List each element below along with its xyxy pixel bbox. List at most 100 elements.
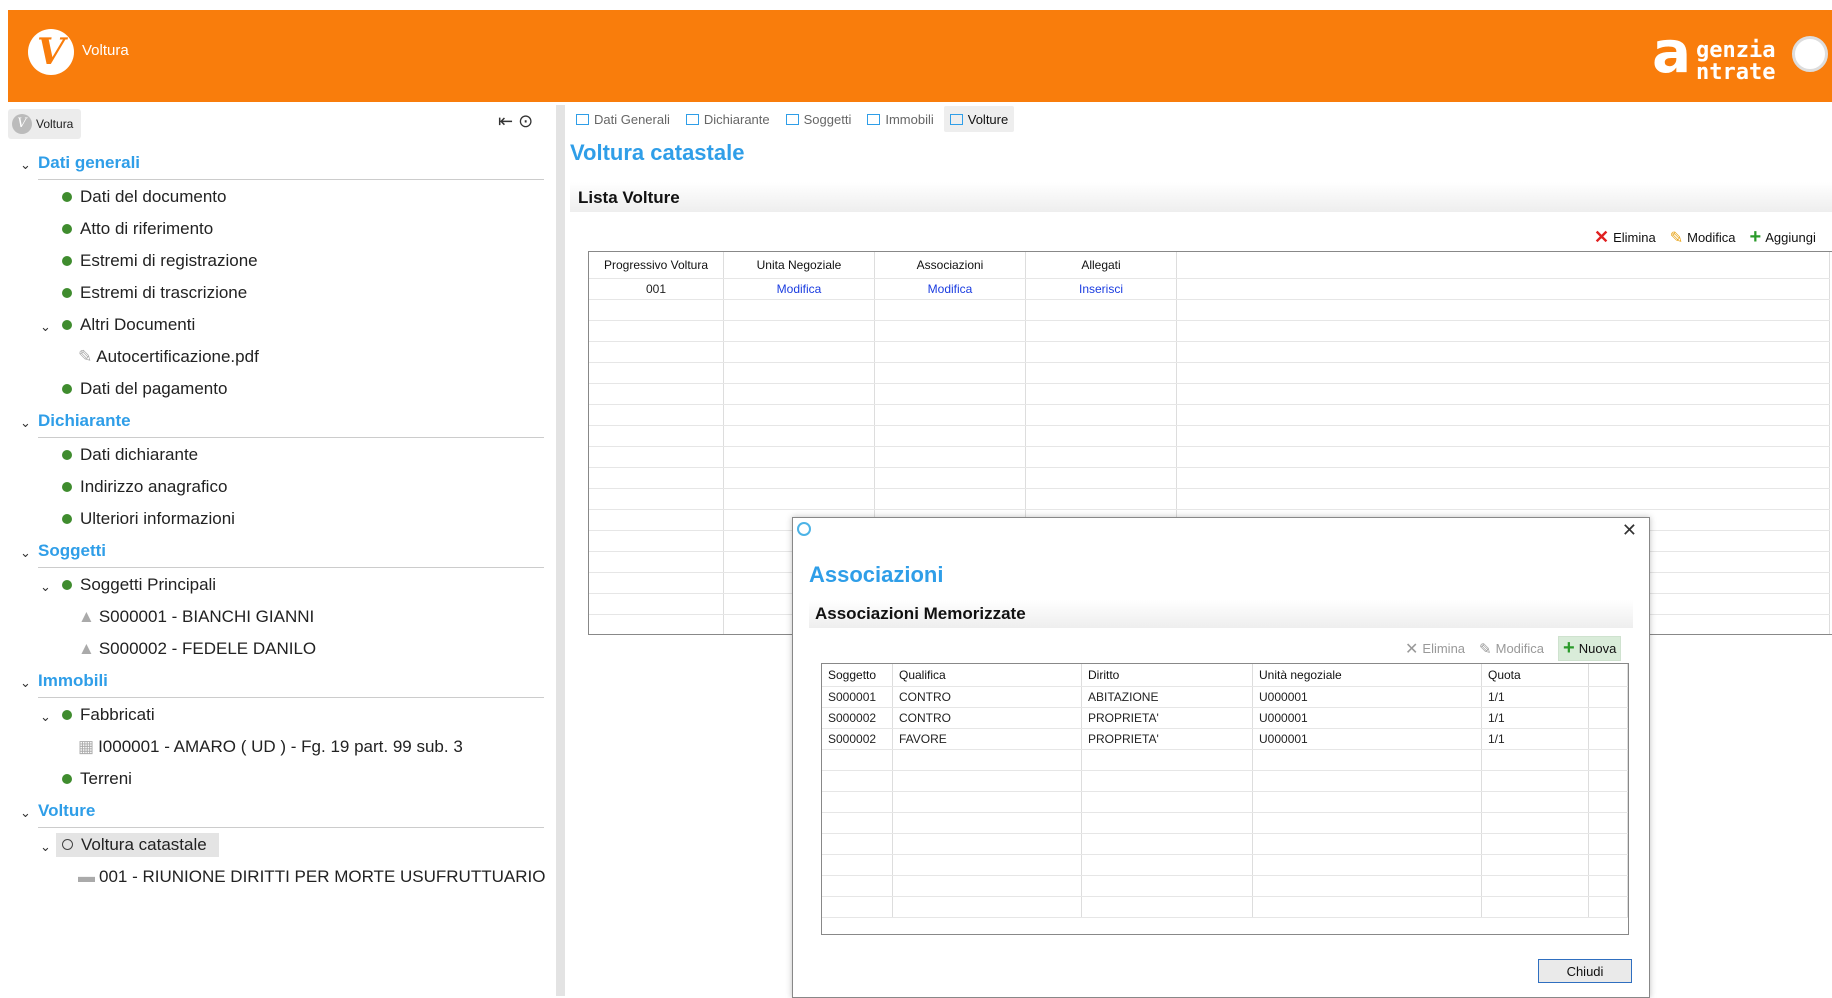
empty-row — [589, 467, 1830, 489]
tree-item-altri-documenti[interactable]: Altri Documenti — [62, 315, 195, 335]
cell-progressivo: 001 — [589, 278, 724, 300]
cell-empty — [1176, 404, 1830, 426]
chiudi-button[interactable]: Chiudi — [1538, 959, 1632, 983]
tree-item-immobile-1[interactable]: ▦ I000001 - AMARO ( UD ) - Fg. 19 part. 9… — [78, 737, 463, 757]
chevron-down-icon[interactable]: ⌄ — [40, 709, 51, 725]
app-icon — [797, 522, 811, 536]
tab-dati-generali[interactable]: Dati Generali — [570, 106, 676, 132]
allegati-link[interactable]: Inserisci — [1025, 278, 1177, 300]
chevron-down-icon[interactable]: ⌄ — [20, 675, 31, 691]
table-row[interactable]: S000002 CONTRO PROPRIETA' U000001 1/1 — [822, 707, 1628, 729]
tree-item-fabbricati[interactable]: Fabbricati — [62, 705, 155, 725]
column-header[interactable]: Qualifica — [892, 664, 1082, 687]
tree-item-soggetto-1[interactable]: ▲ S000001 - BIANCHI GIANNI — [78, 607, 314, 627]
chevron-down-icon[interactable]: ⌄ — [20, 157, 31, 173]
column-header[interactable]: Allegati — [1025, 252, 1177, 279]
column-header[interactable]: Unità negoziale — [1252, 664, 1482, 687]
column-header[interactable]: Quota — [1481, 664, 1589, 687]
empty-row — [822, 812, 1628, 834]
chevron-down-icon[interactable]: ⌄ — [20, 415, 31, 431]
cell-empty — [822, 749, 893, 771]
tab-volture[interactable]: Volture — [943, 106, 1015, 132]
app-header: V Voltura a genzia ntrate — [8, 10, 1832, 102]
table-row[interactable]: S000002 FAVORE PROPRIETA' U000001 1/1 — [822, 728, 1628, 750]
modifica-button[interactable]: ✎ Modifica — [1670, 226, 1736, 249]
unita-negoziale-link[interactable]: Modifica — [723, 278, 875, 300]
tree-item-estremi-registrazione[interactable]: Estremi di registrazione — [62, 251, 258, 271]
building-icon: ▦ — [78, 737, 95, 756]
section-dichiarante[interactable]: Dichiarante — [38, 411, 131, 431]
window-icon — [576, 113, 589, 125]
column-header[interactable]: Soggetto — [822, 664, 893, 687]
associazioni-link[interactable]: Modifica — [874, 278, 1026, 300]
button-label: Nuova — [1578, 641, 1617, 656]
tree-item-indirizzo-anagrafico[interactable]: Indirizzo anagrafico — [62, 477, 227, 497]
cell-empty — [1081, 833, 1253, 855]
tab-dichiarante[interactable]: Dichiarante — [680, 106, 776, 132]
tree-item-atto-riferimento[interactable]: Atto di riferimento — [62, 219, 213, 239]
aggiungi-button[interactable]: + Aggiungi — [1750, 226, 1816, 249]
tree-item-voltura-catastale[interactable]: Voltura catastale — [56, 833, 219, 857]
cell-empty — [1081, 854, 1253, 876]
tab-label: Immobili — [885, 111, 934, 127]
tree-item-label: S000001 - BIANCHI GIANNI — [98, 607, 315, 626]
tree-item-estremi-trascrizione[interactable]: Estremi di trascrizione — [62, 283, 247, 303]
sidebar-tab-voltura[interactable]: V Voltura — [8, 109, 82, 139]
chevron-down-icon[interactable]: ⌄ — [40, 579, 51, 595]
tree-item-voltura-001[interactable]: ▬ 001 - RIUNIONE DIRITTI PER MORTE USUFRU… — [78, 867, 545, 887]
tree-item-dati-pagamento[interactable]: Dati del pagamento — [62, 379, 227, 399]
column-header[interactable]: Associazioni — [874, 252, 1026, 279]
table-row[interactable]: 001 Modifica Modifica Inserisci — [589, 278, 1830, 300]
tree-item-soggetto-2[interactable]: ▲ S000002 - FEDELE DANILO — [78, 639, 316, 659]
section-divider — [38, 179, 544, 180]
cell-empty — [1176, 467, 1830, 489]
chevron-down-icon[interactable]: ⌄ — [40, 839, 51, 855]
associazioni-table: Soggetto Qualifica Diritto Unità negozia… — [821, 663, 1629, 935]
tree-item-autocertificazione[interactable]: ✎ Autocertificazione.pdf — [78, 347, 259, 367]
tree-item-ulteriori-informazioni[interactable]: Ulteriori informazioni — [62, 509, 235, 529]
nuova-button[interactable]: + Nuova — [1558, 636, 1622, 661]
chevron-down-icon[interactable]: ⌄ — [20, 805, 31, 821]
tab-label: Soggetti — [803, 111, 852, 127]
cell-empty — [874, 404, 1026, 426]
play-circle-icon[interactable]: ⊙ — [518, 111, 533, 131]
tab-immobili[interactable]: Immobili — [861, 106, 939, 132]
section-volture[interactable]: Volture — [38, 801, 95, 821]
delete-icon: ✕ — [1405, 640, 1419, 658]
tree-item-terreni[interactable]: Terreni — [62, 769, 132, 789]
elimina-button[interactable]: ✕ Elimina — [1594, 226, 1656, 249]
column-header[interactable]: Diritto — [1081, 664, 1253, 687]
section-soggetti[interactable]: Soggetti — [38, 541, 106, 561]
column-header[interactable]: Unita Negoziale — [723, 252, 875, 279]
tree-item-soggetti-principali[interactable]: Soggetti Principali — [62, 575, 216, 595]
window-icon — [685, 113, 699, 125]
button-label: Aggiungi — [1765, 230, 1816, 245]
cell-empty — [1481, 791, 1589, 813]
collapse-sidebar-icon[interactable]: ⇤ — [498, 111, 513, 131]
close-icon[interactable]: ✕ — [1622, 520, 1637, 541]
table-row[interactable]: S000001 CONTRO ABITAZIONE U000001 1/1 — [822, 686, 1628, 708]
tab-soggetti[interactable]: Soggetti — [780, 106, 858, 132]
cell-empty — [1025, 404, 1177, 426]
dialog-elimina-button[interactable]: ✕ Elimina — [1405, 636, 1465, 661]
person-icon: ▲ — [78, 607, 95, 626]
chevron-down-icon[interactable]: ⌄ — [20, 545, 31, 561]
section-immobili[interactable]: Immobili — [38, 671, 108, 691]
tree-item-dati-dichiarante[interactable]: Dati dichiarante — [62, 445, 198, 465]
cell-empty — [1081, 770, 1253, 792]
section-dati-generali[interactable]: Dati generali — [38, 153, 140, 173]
logo-letter: V — [37, 31, 65, 73]
cell-empty — [589, 404, 724, 426]
cell-empty — [1081, 749, 1253, 771]
page-title: Voltura catastale — [570, 140, 745, 165]
tree-item-dati-documento[interactable]: Dati del documento — [62, 187, 226, 207]
brand-a: a — [1652, 18, 1692, 86]
cell-empty — [1252, 812, 1482, 834]
cell-empty — [1252, 875, 1482, 897]
column-header[interactable]: Progressivo Voltura — [589, 252, 724, 279]
cell-empty — [1481, 896, 1589, 918]
cell-empty — [822, 812, 893, 834]
dialog-modifica-button[interactable]: ✎ Modifica — [1479, 636, 1544, 661]
sidebar-splitter[interactable] — [556, 105, 565, 996]
chevron-down-icon[interactable]: ⌄ — [40, 319, 51, 335]
